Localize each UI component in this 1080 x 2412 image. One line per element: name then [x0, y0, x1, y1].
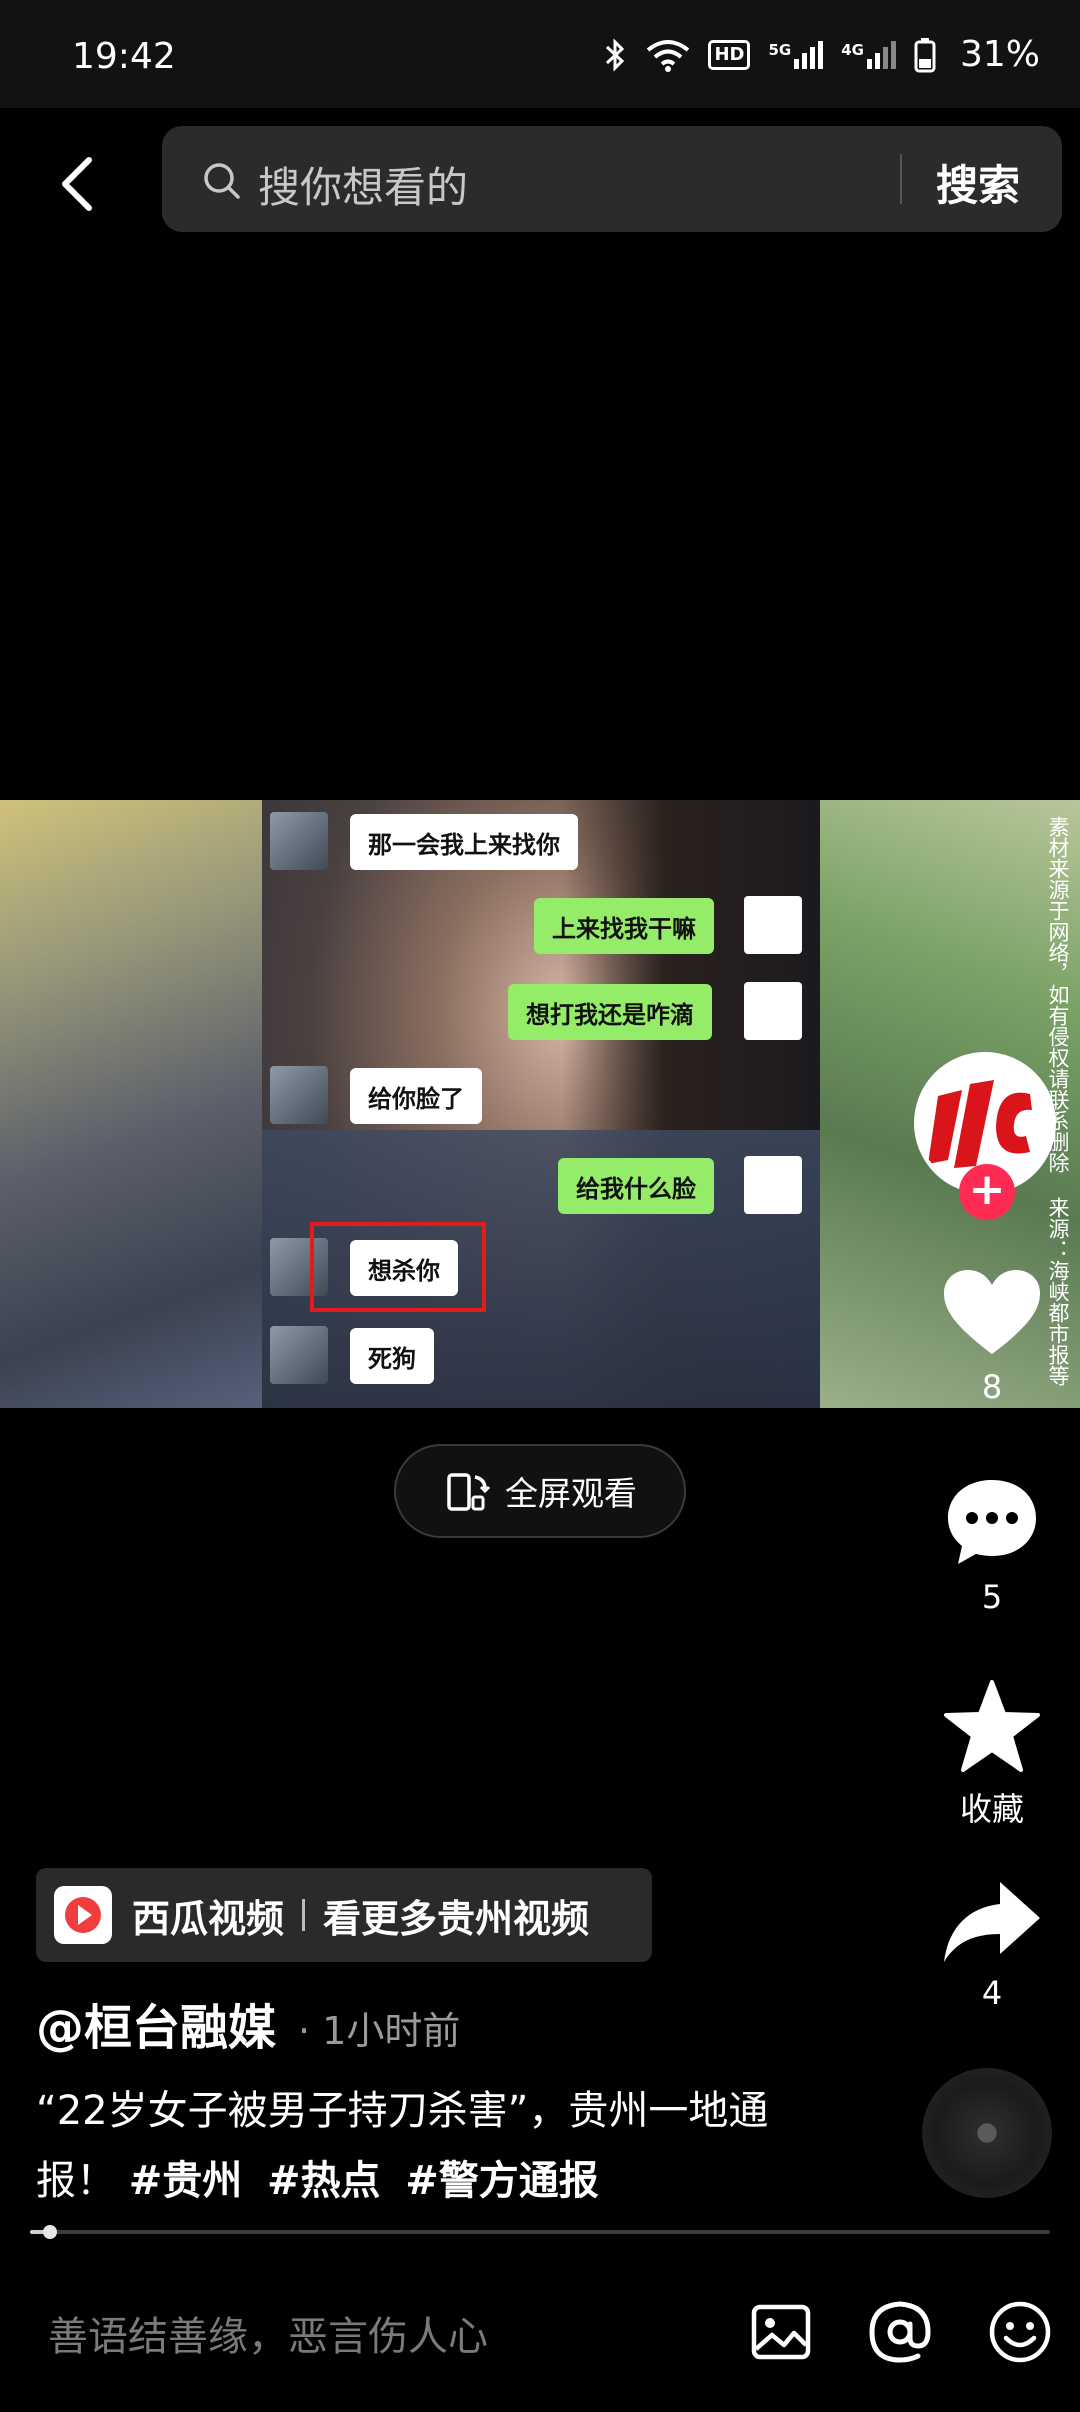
at-mention-icon[interactable] [868, 2300, 932, 2364]
video-frame: 那一会我上来找你 上来找我干嘛 想打我还是咋滴 给你脸了 给我什么脸 想杀你 死… [262, 800, 820, 1408]
hashtag-police[interactable]: #警方通报 [405, 2158, 599, 2204]
like-button[interactable]: 8 [912, 1268, 1072, 1406]
search-input[interactable]: 搜你想看的 搜索 [162, 126, 1062, 232]
chat-bubble: 给我什么脸 [558, 1158, 714, 1214]
chat-bubble: 上来找我干嘛 [534, 898, 714, 954]
chat-avatar [270, 1066, 328, 1124]
chat-bubble: 给你脸了 [350, 1068, 482, 1124]
xigua-logo-icon [54, 1886, 112, 1944]
star-icon [944, 1680, 1040, 1772]
rotate-screen-icon [447, 1473, 491, 1511]
share-arrow-icon [944, 1882, 1040, 1962]
comment-button[interactable]: 5 [912, 1476, 1072, 1616]
hd-icon: HD [708, 39, 751, 70]
battery-percent: 31% [959, 34, 1040, 75]
status-bar: 19:42 HD 5G 4G 31% [0, 0, 1080, 108]
follow-button[interactable]: + [959, 1164, 1015, 1220]
image-icon[interactable] [750, 2301, 812, 2363]
comment-input[interactable]: 善语结善缘，恶言伤人心 [48, 2304, 488, 2362]
chat-bubble: 死狗 [350, 1328, 434, 1384]
share-button[interactable]: 4 [912, 1878, 1072, 2012]
source-card[interactable]: 西瓜视频 看更多贵州视频 [36, 1868, 652, 1962]
search-button[interactable]: 搜索 [936, 152, 1020, 213]
back-button[interactable] [42, 144, 112, 224]
music-disc[interactable] [922, 2068, 1052, 2198]
video-blur-left [0, 800, 262, 1408]
highlight-box [310, 1222, 486, 1312]
status-icons: HD 5G 4G 31% [602, 34, 1040, 75]
heart-icon [944, 1270, 1040, 1354]
share-count: 4 [981, 1974, 1003, 2012]
chat-avatar [270, 1326, 328, 1384]
fullscreen-button[interactable]: 全屏观看 [394, 1444, 686, 1538]
fullscreen-label: 全屏观看 [505, 1474, 637, 1513]
author-line: @桓台融媒 · 1小时前 [36, 1988, 460, 2058]
source-more-link: 看更多贵州视频 [323, 1896, 590, 1941]
hashtag-hot[interactable]: #热点 [267, 2158, 381, 2204]
comment-bubble-icon [948, 1480, 1036, 1564]
comment-icons [750, 2300, 1052, 2364]
chat-avatar [744, 982, 802, 1040]
search-placeholder: 搜你想看的 [258, 163, 469, 212]
5g-signal-icon: 5G [768, 40, 824, 69]
bluetooth-icon [606, 37, 625, 72]
chat-bubble: 想打我还是咋滴 [508, 984, 712, 1040]
top-bar: 搜你想看的 搜索 [0, 108, 1080, 258]
chat-avatar [270, 812, 328, 870]
battery-icon [914, 37, 936, 72]
video-progress-bar[interactable] [30, 2225, 1050, 2239]
back-arrow-icon [62, 157, 92, 211]
post-time: · 1小时前 [298, 2009, 461, 2053]
chat-avatar [744, 896, 802, 954]
search-icon [204, 163, 240, 199]
like-count: 8 [981, 1368, 1003, 1406]
4g-label: 4G [841, 40, 864, 59]
author-name[interactable]: @桓台融媒 [36, 1988, 276, 2058]
chat-avatar [744, 1156, 802, 1214]
hashtag-guizhou[interactable]: #贵州 [129, 2158, 243, 2204]
comment-bar: 善语结善缘，恶言伤人心 [0, 2270, 1080, 2412]
favorite-label: 收藏 [959, 1790, 1024, 1828]
5g-label: 5G [768, 40, 792, 59]
source-app-name: 西瓜视频 [132, 1896, 285, 1941]
source-separator [302, 1899, 306, 1931]
search-divider [900, 154, 902, 204]
4g-signal-icon: 4G [841, 40, 896, 69]
comment-count: 5 [981, 1578, 1003, 1616]
chat-bubble: 那一会我上来找你 [350, 814, 578, 870]
progress-knob[interactable] [43, 2225, 58, 2239]
status-time: 19:42 [72, 36, 176, 77]
wifi-icon [647, 39, 690, 72]
emoji-icon[interactable] [988, 2300, 1052, 2364]
video-caption: “22岁女子被男子持刀杀害”，贵州一地通报！ #贵州 #热点 #警方通报 [36, 2076, 836, 2216]
favorite-button[interactable]: 收藏 [912, 1678, 1072, 1830]
